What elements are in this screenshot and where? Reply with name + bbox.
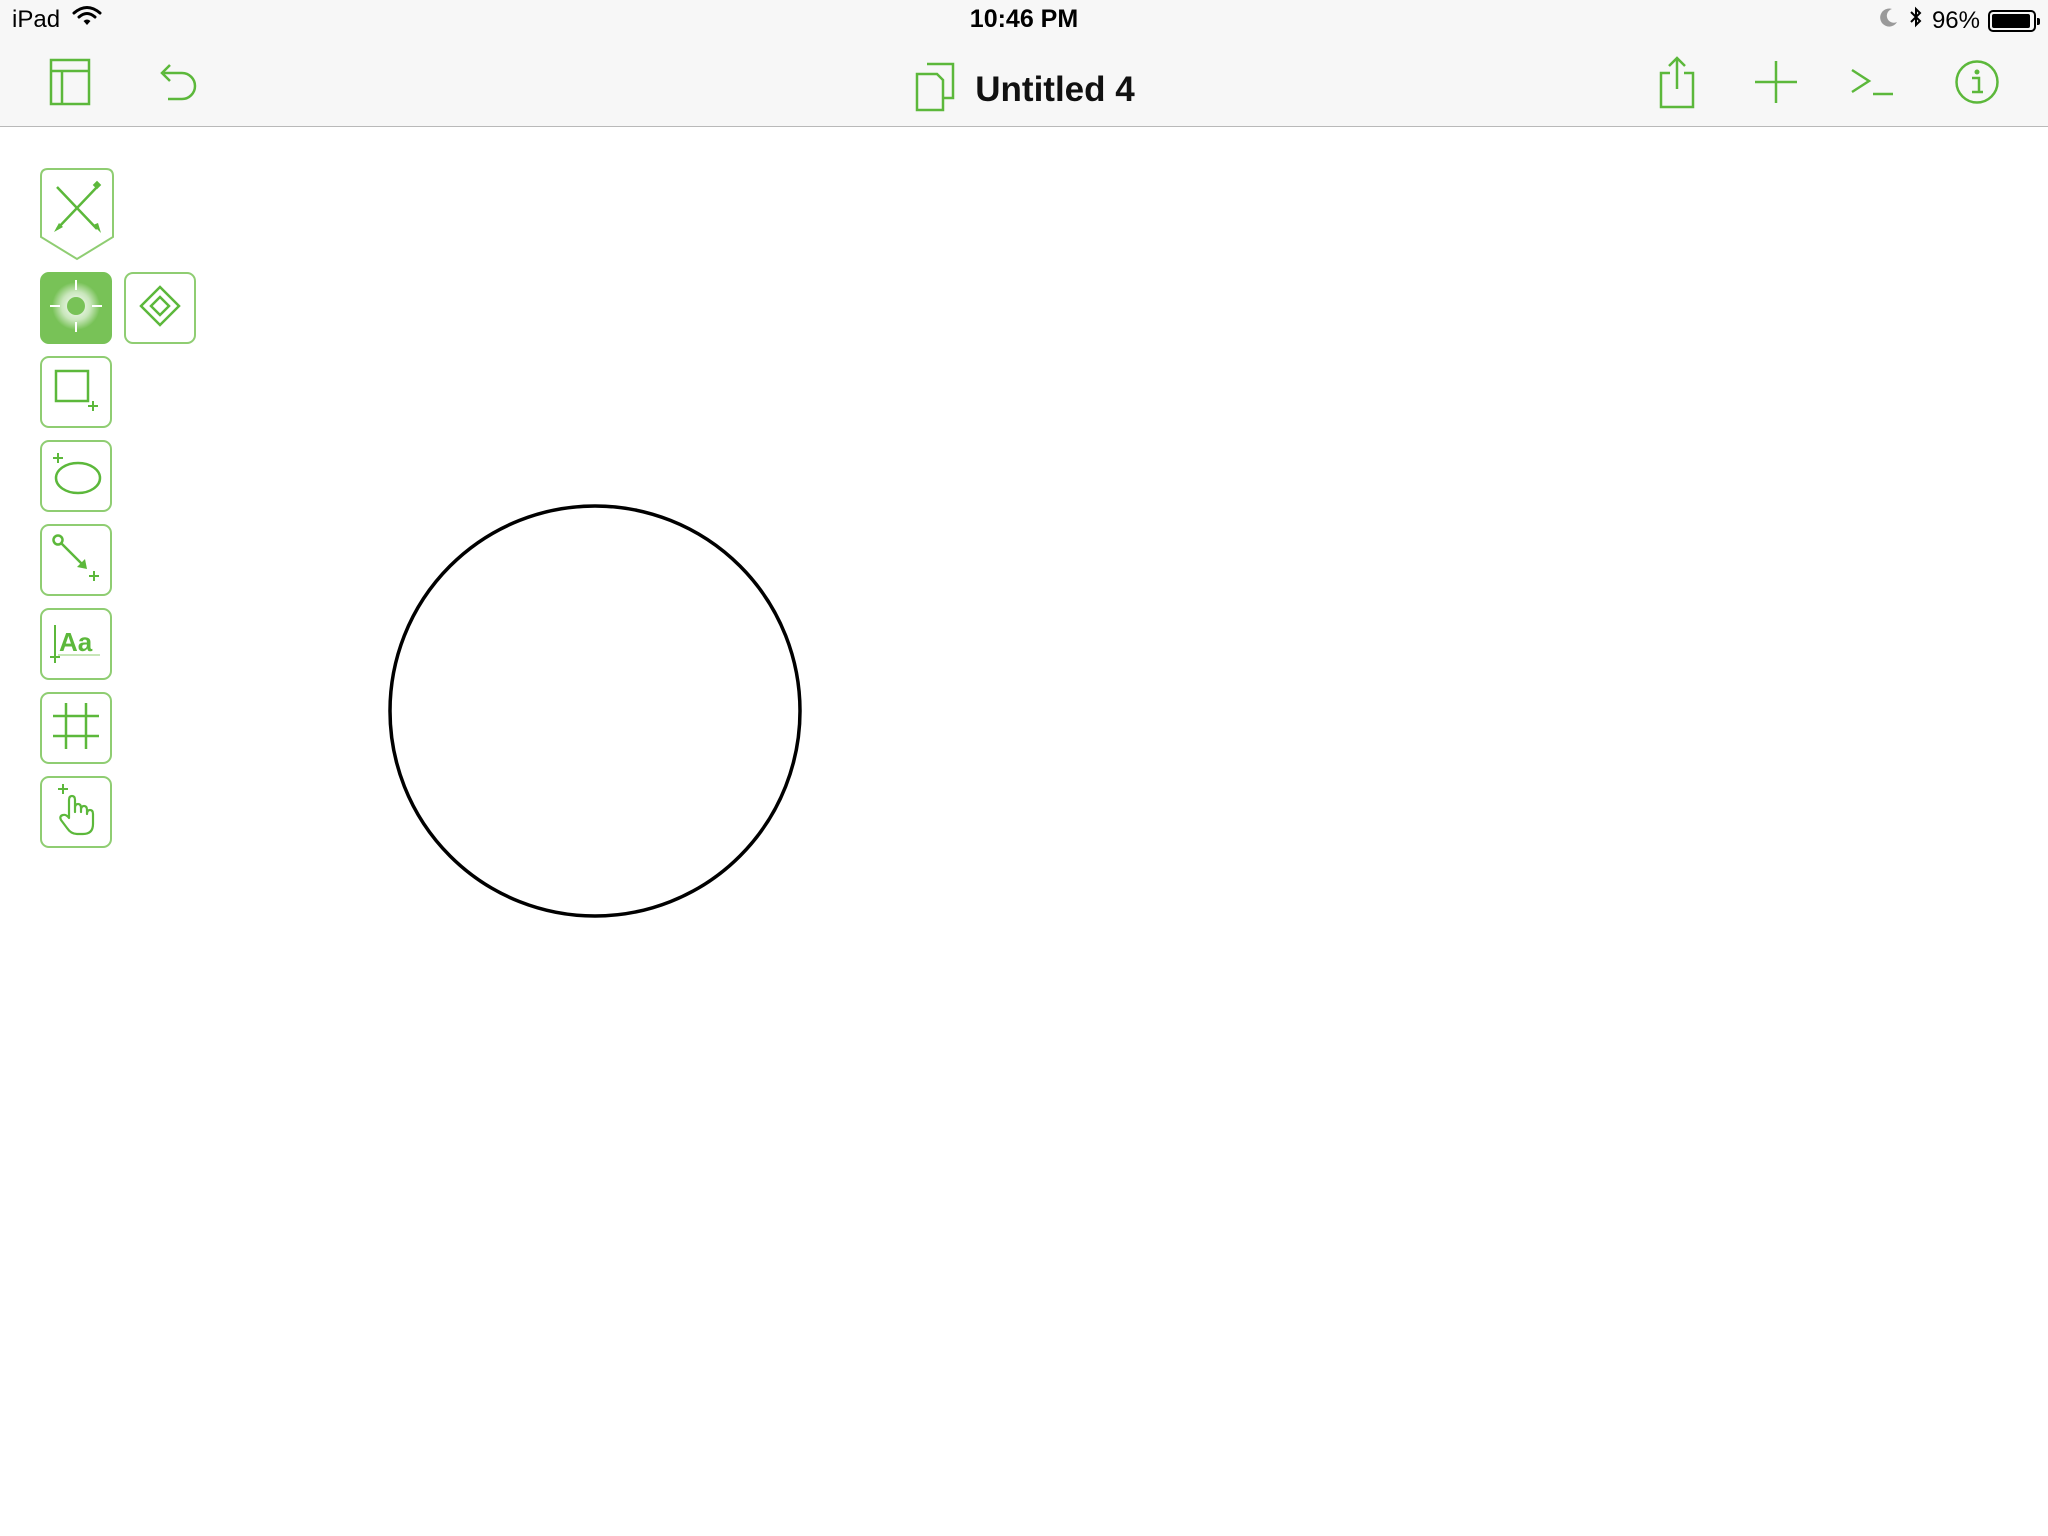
- rectangle-tool[interactable]: [40, 356, 112, 428]
- table-tool[interactable]: [40, 692, 112, 764]
- document-title-area[interactable]: Untitled 4: [0, 62, 2048, 117]
- console-button[interactable]: [1842, 54, 1902, 114]
- drawing-tools-toggle[interactable]: [39, 167, 115, 261]
- battery-fill: [1992, 13, 2030, 28]
- text-tool-label: Aa: [59, 627, 93, 657]
- point-editor-tool[interactable]: [124, 272, 196, 344]
- battery-percent: 96%: [1931, 6, 1980, 34]
- grid-icon: [49, 699, 103, 758]
- line-icon: [49, 531, 103, 590]
- line-tool[interactable]: [40, 524, 112, 596]
- target-icon: [46, 276, 106, 341]
- ellipse-tool[interactable]: [40, 440, 112, 512]
- selection-tool[interactable]: [40, 272, 112, 344]
- rectangle-icon: [51, 365, 101, 420]
- documents-icon: [913, 62, 957, 117]
- info-button[interactable]: [1947, 54, 2007, 114]
- text-tool[interactable]: Aa: [40, 608, 112, 680]
- share-icon: [1657, 55, 1697, 114]
- drawing-canvas[interactable]: [0, 128, 2048, 1536]
- battery-icon: [1988, 9, 2040, 32]
- device-label: iPad: [12, 5, 61, 33]
- circle-shape[interactable]: [388, 504, 802, 918]
- document-title: Untitled 4: [975, 69, 1135, 109]
- add-button[interactable]: [1746, 54, 1806, 114]
- info-icon: [1954, 59, 2000, 110]
- moon-icon: [1878, 6, 1900, 35]
- wifi-icon: [72, 5, 102, 34]
- add-icon: [1753, 59, 1799, 110]
- diamond-icon: [138, 284, 182, 333]
- ellipse-icon: [49, 449, 103, 504]
- status-time: 10:46 PM: [969, 5, 1079, 33]
- text-icon: Aa: [48, 619, 104, 669]
- console-icon: [1849, 65, 1895, 104]
- touch-tool[interactable]: [40, 776, 112, 848]
- toolbar: Untitled 4: [0, 40, 2048, 127]
- hand-icon: [49, 782, 103, 843]
- status-bar: iPad 10:46 PM 96%: [0, 0, 2048, 40]
- bluetooth-icon: [1908, 5, 1924, 36]
- share-button[interactable]: [1647, 54, 1707, 114]
